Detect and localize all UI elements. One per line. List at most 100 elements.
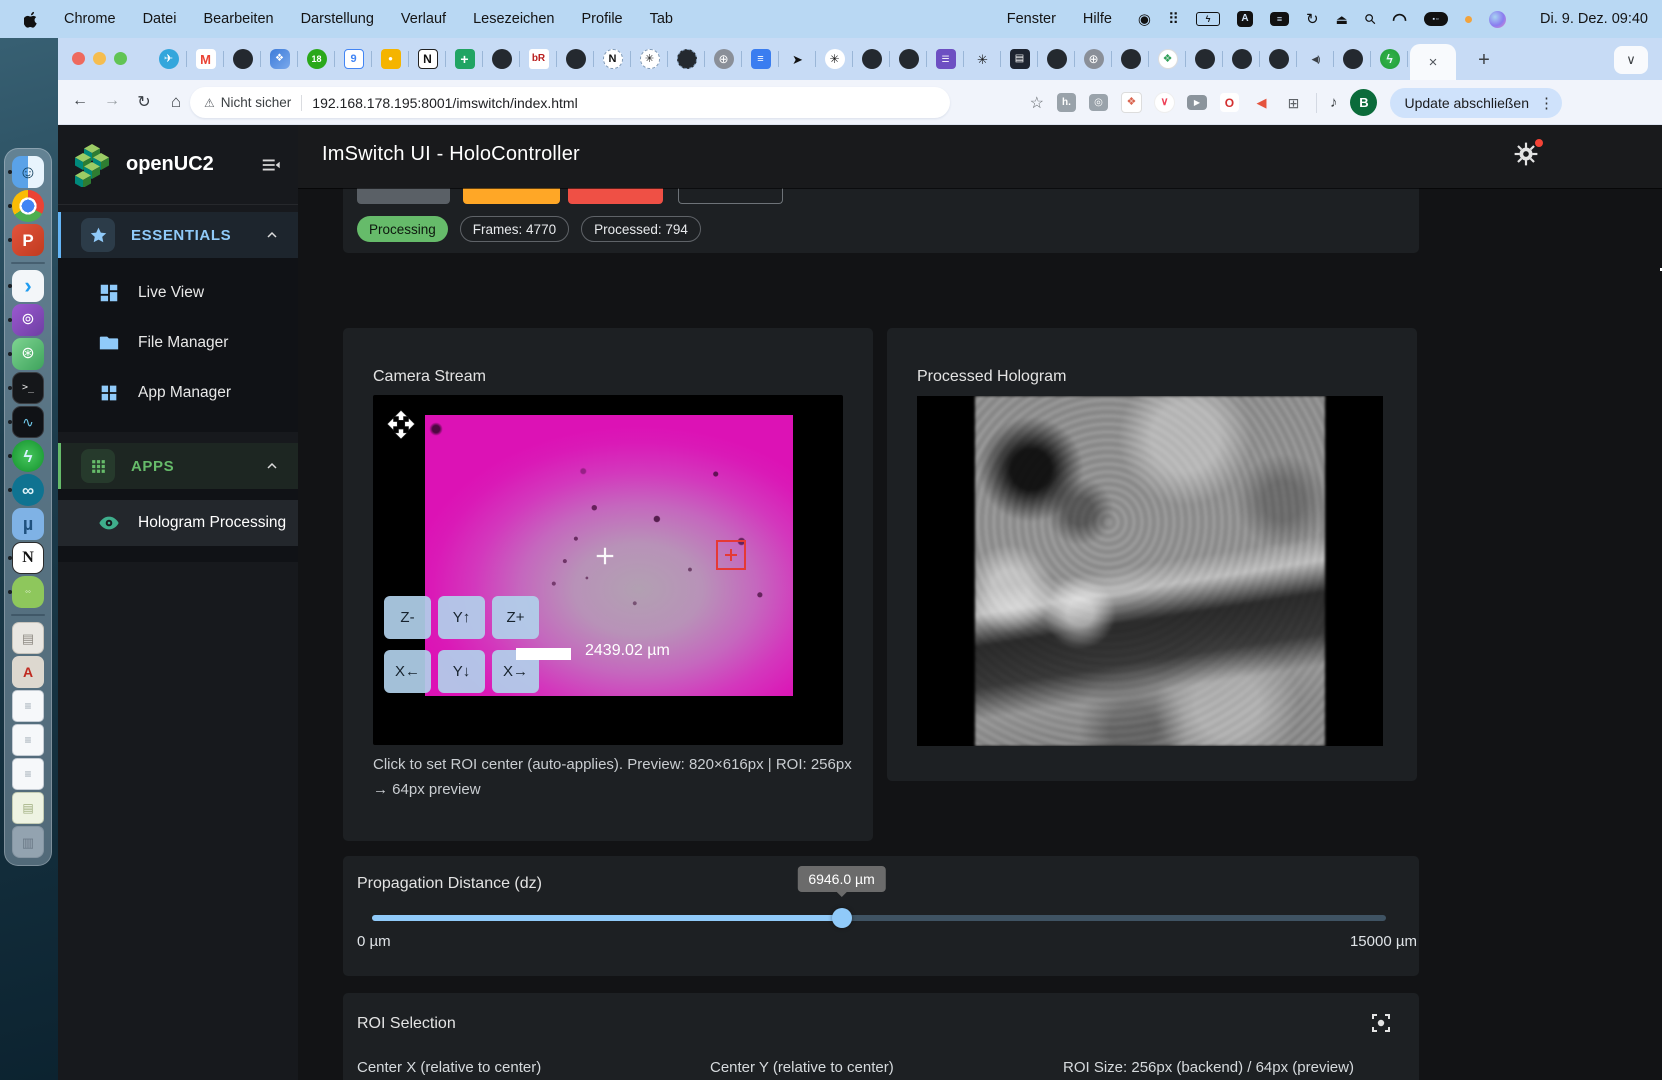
tasklist-favicon[interactable]: ☰	[927, 38, 964, 80]
stage-x-left-button[interactable]: X←	[384, 650, 431, 693]
tab-search-button[interactable]: ∨	[1614, 46, 1648, 74]
dock-divider[interactable]	[5, 257, 51, 269]
dock-atom[interactable]: ⊛	[5, 337, 51, 371]
github-favicon[interactable]	[1334, 38, 1371, 80]
hidden-button-gray[interactable]	[357, 188, 450, 204]
openuc2-favicon[interactable]: ❖	[1149, 38, 1186, 80]
sidebar-item-live-view[interactable]: Live View	[58, 270, 298, 316]
sidebar-section-essentials[interactable]: ESSENTIALS	[58, 212, 298, 258]
dock-terminal[interactable]: >_	[5, 371, 51, 405]
sheets-favicon[interactable]: +	[446, 38, 483, 80]
menubar-item[interactable]: Lesezeichen	[473, 11, 554, 27]
dock-pdf-folder[interactable]: A	[5, 655, 51, 689]
keyboard-icon[interactable]: ≡	[1270, 12, 1289, 26]
profile-avatar[interactable]: B	[1350, 89, 1377, 116]
hidden-button-orange[interactable]	[463, 188, 560, 204]
globe-favicon[interactable]: ⊕	[705, 38, 742, 80]
dock-chrome[interactable]	[5, 189, 51, 223]
dock-finder[interactable]: ☺	[5, 155, 51, 189]
biorxiv-favicon[interactable]: bR	[520, 38, 557, 80]
dock-trash[interactable]: ▥	[5, 825, 51, 859]
home-button[interactable]: ⌂	[164, 92, 188, 112]
dock-powerpoint[interactable]: P	[5, 223, 51, 257]
address-bar[interactable]: ⚠ Nicht sicher 192.168.178.195:8001/imsw…	[190, 87, 950, 118]
kebab-menu-icon[interactable]: ⋮	[1539, 94, 1554, 112]
chevron-up-icon[interactable]	[264, 227, 280, 243]
gkeep-favicon[interactable]: ●	[372, 38, 409, 80]
audio-tab-favicon[interactable]: ◀)	[1297, 38, 1334, 80]
app-grid-icon[interactable]: ⠿	[1168, 12, 1179, 27]
dock-spreadsheet[interactable]: ▤	[5, 791, 51, 825]
menubar-item[interactable]: Verlauf	[401, 11, 446, 27]
stage-y-up-button[interactable]: Y↑	[438, 596, 485, 639]
back-button[interactable]: ←	[68, 92, 92, 110]
dz-slider-track[interactable]	[372, 915, 1386, 921]
dock-document[interactable]: ≡	[5, 723, 51, 757]
security-label[interactable]: Nicht sicher	[221, 95, 292, 110]
url-text[interactable]: 192.168.178.195:8001/imswitch/index.html	[312, 95, 577, 111]
chevron-up-icon[interactable]	[264, 458, 280, 474]
menubar-item[interactable]: Chrome	[64, 11, 116, 27]
dock-android[interactable]: ◦◦	[5, 575, 51, 609]
menubar-item[interactable]: Bearbeiten	[203, 11, 273, 27]
github-favicon-notification[interactable]	[1112, 38, 1149, 80]
menubar-item[interactable]: Tab	[650, 11, 673, 27]
reload-button[interactable]: ↻	[132, 92, 156, 112]
dock-vscode[interactable]: ›	[5, 269, 51, 303]
spotlight-icon[interactable]: ⚲	[1365, 12, 1375, 26]
menubar-item[interactable]: Profile	[582, 11, 623, 27]
stage-z-minus-button[interactable]: Z-	[384, 596, 431, 639]
cursor-favicon[interactable]: ➤	[779, 38, 816, 80]
photos-extension-icon[interactable]: ❖	[1121, 92, 1142, 113]
dock-document[interactable]: ≡	[5, 689, 51, 723]
gmail-favicon[interactable]: M	[187, 38, 224, 80]
openai-favicon-loading[interactable]: ✳	[631, 38, 668, 80]
center-focus-icon[interactable]	[1369, 1011, 1393, 1035]
stage-y-down-button[interactable]: Y↓	[438, 650, 485, 693]
telegram-favicon[interactable]: ✈	[150, 38, 187, 80]
eject-icon[interactable]: ⏏	[1336, 13, 1348, 26]
github-favicon[interactable]	[1038, 38, 1075, 80]
minimize-window-button[interactable]	[93, 52, 106, 65]
battery-charging-icon[interactable]: ϟ	[1196, 12, 1220, 26]
bookmark-star-icon[interactable]: ☆	[1030, 93, 1044, 113]
github-favicon[interactable]	[557, 38, 594, 80]
menubar-item[interactable]: Darstellung	[301, 11, 374, 27]
github-favicon[interactable]	[224, 38, 261, 80]
github-favicon[interactable]	[853, 38, 890, 80]
imswitch-favicon[interactable]: ϟ	[1371, 38, 1408, 80]
ublock-extension-icon[interactable]: O	[1220, 93, 1239, 112]
active-tab[interactable]: ×	[1410, 44, 1456, 80]
dock-divider[interactable]	[5, 609, 51, 621]
github-favicon[interactable]	[1186, 38, 1223, 80]
github-favicon[interactable]	[1223, 38, 1260, 80]
input-source-icon[interactable]: A	[1237, 11, 1253, 27]
sidebar-item-file-manager[interactable]: File Manager	[58, 320, 298, 366]
openai-favicon[interactable]: ✳	[816, 38, 853, 80]
document-favicon[interactable]: ▤	[1001, 38, 1038, 80]
dz-slider-thumb[interactable]	[832, 908, 852, 928]
github-favicon[interactable]	[890, 38, 927, 80]
dock-arduino[interactable]: ∞	[5, 473, 51, 507]
extensions-puzzle-icon[interactable]: ⊞	[1284, 93, 1303, 112]
maximize-window-button[interactable]	[114, 52, 127, 65]
openai-favicon[interactable]: ✳	[964, 38, 1001, 80]
tab-close-icon[interactable]: ×	[1429, 54, 1438, 71]
stage-z-plus-button[interactable]: Z+	[492, 596, 539, 639]
dz-slider[interactable]: 6946.0 µm	[372, 856, 1386, 976]
dock-activity-monitor[interactable]: ∿	[5, 405, 51, 439]
menubar-item[interactable]: Datei	[143, 11, 177, 27]
megaphone-extension-icon[interactable]: ◀	[1252, 93, 1271, 112]
dock-archive-utility[interactable]: ▤	[5, 621, 51, 655]
menubar-clock[interactable]: Di. 9. Dez. 09:40	[1540, 11, 1648, 27]
notion-favicon[interactable]: N	[409, 38, 446, 80]
pocket-extension-icon[interactable]: ∨	[1155, 93, 1174, 112]
apple-menu-icon[interactable]	[24, 11, 38, 28]
new-tab-button[interactable]: +	[1470, 46, 1498, 74]
record-icon[interactable]: ◉	[1138, 12, 1151, 27]
camera-stream-view[interactable]: Z-Y↑Z+ X←Y↓X→ 2439.02 µm	[373, 395, 843, 745]
control-center-icon[interactable]: ▪▫	[1424, 12, 1448, 26]
github-favicon-loading[interactable]	[668, 38, 705, 80]
menubar-item[interactable]: Hilfe	[1083, 11, 1112, 27]
siri-icon[interactable]	[1489, 11, 1506, 28]
